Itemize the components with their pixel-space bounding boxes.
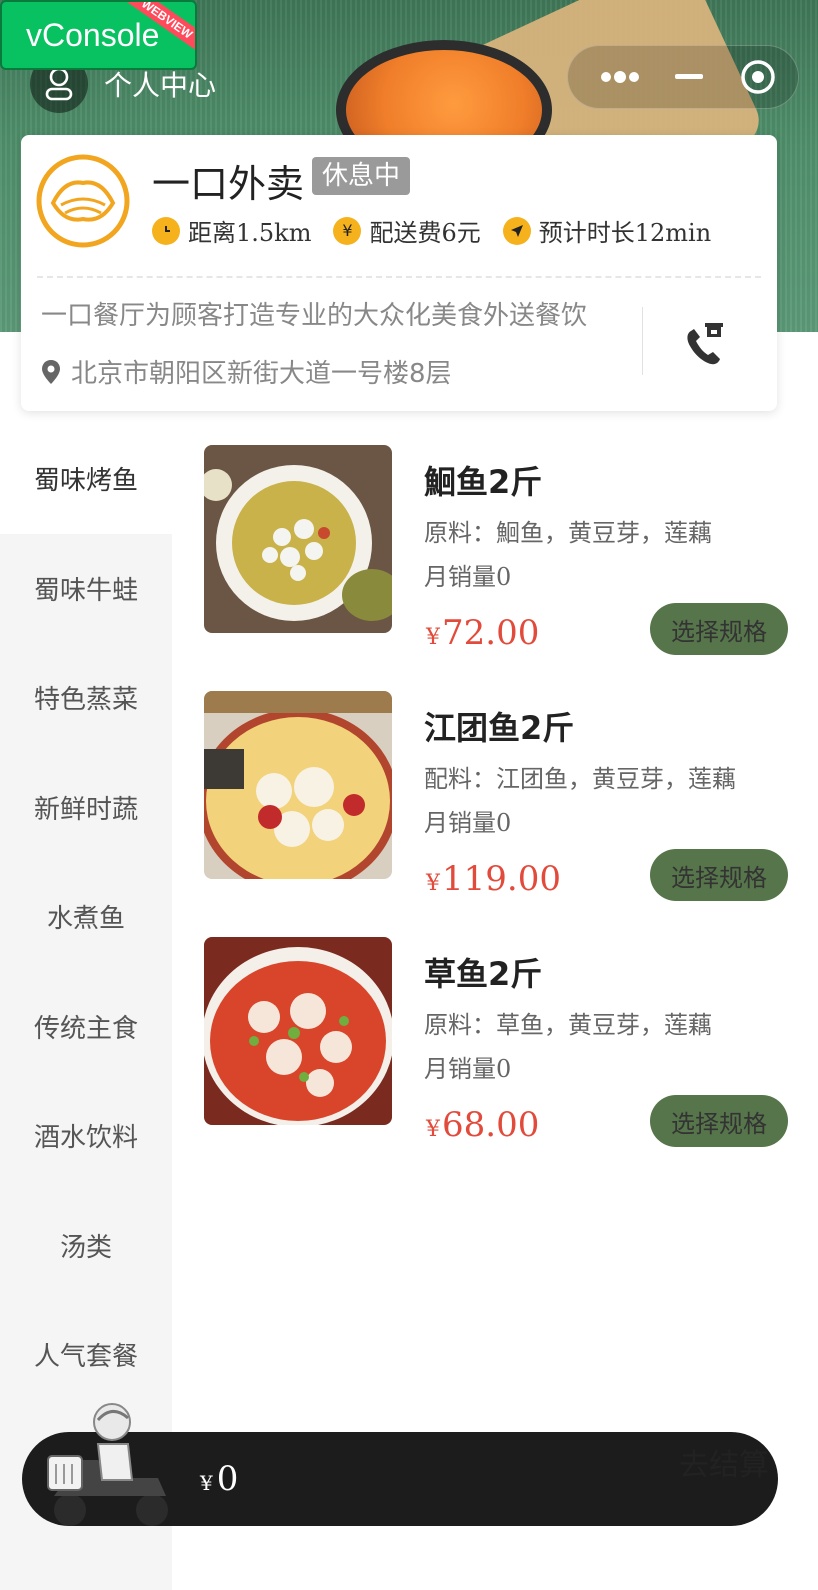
category-item-3[interactable]: 新鲜时蔬	[0, 753, 172, 863]
clock-icon	[152, 216, 180, 245]
menu-item: 江团鱼2斤 配料：江团鱼，黄豆芽，莲藕 月销量0 ¥ 119.00 选择规格	[204, 691, 804, 901]
dish-price: ¥ 68.00	[426, 1105, 539, 1145]
cart-currency: ¥	[200, 1471, 213, 1495]
delivery-fee-text: 配送费6元	[369, 219, 481, 247]
miniprogram-capsule	[567, 45, 799, 109]
delivery-fee-info: ¥ 配送费6元	[333, 213, 481, 248]
close-target-icon[interactable]	[719, 45, 798, 109]
dish-price: ¥ 119.00	[426, 859, 561, 899]
menu-item: 草鱼2斤 原料：草鱼，黄豆芽，莲藕 月销量0 ¥ 68.00 选择规格	[204, 937, 804, 1147]
app-root: 个人中心 vConsole WEBVIEW 一口外卖 休息中 距离1.5km ¥…	[0, 0, 818, 1590]
monthly-sales: 月销量0	[424, 1055, 512, 1083]
eta-text: 预计时长12min	[538, 219, 712, 247]
checkout-button[interactable]: 去结算	[679, 1440, 769, 1484]
shop-logo-icon	[35, 153, 131, 249]
dish-ingredients: 配料：江团鱼，黄豆芽，莲藕	[424, 765, 736, 793]
distance-info: 距离1.5km	[152, 213, 311, 248]
category-item-5[interactable]: 传统主食	[0, 972, 172, 1082]
yen-icon: ¥	[333, 216, 362, 245]
category-item-1[interactable]: 蜀味牛蛙	[0, 534, 172, 644]
distance-text: 距离1.5km	[188, 219, 312, 247]
menu-item: 鮰鱼2斤 原料：鮰鱼，黄豆芽，莲藕 月销量0 ¥ 72.00 选择规格	[204, 445, 804, 655]
dish-price: ¥ 72.00	[426, 613, 539, 653]
price-currency: ¥	[426, 625, 440, 650]
dashed-divider	[37, 276, 761, 278]
category-item-2[interactable]: 特色蒸菜	[0, 643, 172, 753]
category-item-7[interactable]: 汤类	[0, 1191, 172, 1301]
dish-image	[204, 445, 392, 633]
more-dots-icon[interactable]	[580, 45, 659, 109]
select-spec-button[interactable]: 选择规格	[650, 603, 788, 655]
vconsole-label: vConsole	[26, 17, 160, 53]
dish-ingredients: 原料：鮰鱼，黄豆芽，莲藕	[424, 519, 712, 547]
select-spec-button[interactable]: 选择规格	[650, 1095, 788, 1147]
dish-image	[204, 691, 392, 879]
cart-amount: 0	[216, 1459, 239, 1499]
shop-status-badge: 休息中	[312, 157, 411, 195]
shop-address: 北京市朝阳区新街大道一号楼8层	[41, 353, 452, 390]
price-currency: ¥	[426, 1117, 440, 1142]
category-item-8[interactable]: 人气套餐	[0, 1300, 172, 1410]
monthly-sales: 月销量0	[424, 809, 512, 837]
location-pin-icon	[41, 359, 61, 385]
price-amount: 68.00	[442, 1105, 540, 1145]
dish-name: 江团鱼2斤	[424, 709, 575, 747]
eta-info: 预计时长12min	[502, 213, 712, 248]
monthly-sales: 月销量0	[424, 563, 512, 591]
shop-name: 一口外卖	[152, 162, 305, 206]
select-spec-button[interactable]: 选择规格	[650, 849, 788, 901]
dish-ingredients: 原料：草鱼，黄豆芽，莲藕	[424, 1011, 712, 1039]
shop-address-text: 北京市朝阳区新街大道一号楼8层	[71, 359, 452, 389]
category-item-0[interactable]: 蜀味烤鱼	[0, 424, 172, 534]
navigation-icon	[502, 216, 531, 245]
cart-total: ¥ 0	[200, 1432, 238, 1526]
delivery-rider-icon	[40, 1400, 180, 1530]
category-item-6[interactable]: 酒水饮料	[0, 1081, 172, 1191]
dish-name: 鮰鱼2斤	[424, 463, 543, 501]
price-amount: 119.00	[442, 859, 561, 899]
dish-name: 草鱼2斤	[424, 955, 543, 993]
price-amount: 72.00	[442, 613, 540, 653]
minimize-icon[interactable]	[659, 45, 718, 109]
dish-image	[204, 937, 392, 1125]
price-currency: ¥	[426, 871, 440, 896]
shop-meta-row: 距离1.5km ¥ 配送费6元 预计时长12min	[152, 213, 733, 248]
phone-icon[interactable]	[683, 319, 727, 367]
shop-info-card: 一口外卖 休息中 距离1.5km ¥ 配送费6元 预计时长12min 一口餐厅为…	[21, 135, 777, 411]
vconsole-button[interactable]: vConsole WEBVIEW	[0, 0, 197, 70]
category-item-4[interactable]: 水煮鱼	[0, 862, 172, 972]
personal-center-label: 个人中心	[104, 69, 217, 102]
shop-description: 一口餐厅为顾客打造专业的大众化美食外送餐饮	[41, 301, 588, 331]
vertical-divider	[642, 307, 643, 375]
